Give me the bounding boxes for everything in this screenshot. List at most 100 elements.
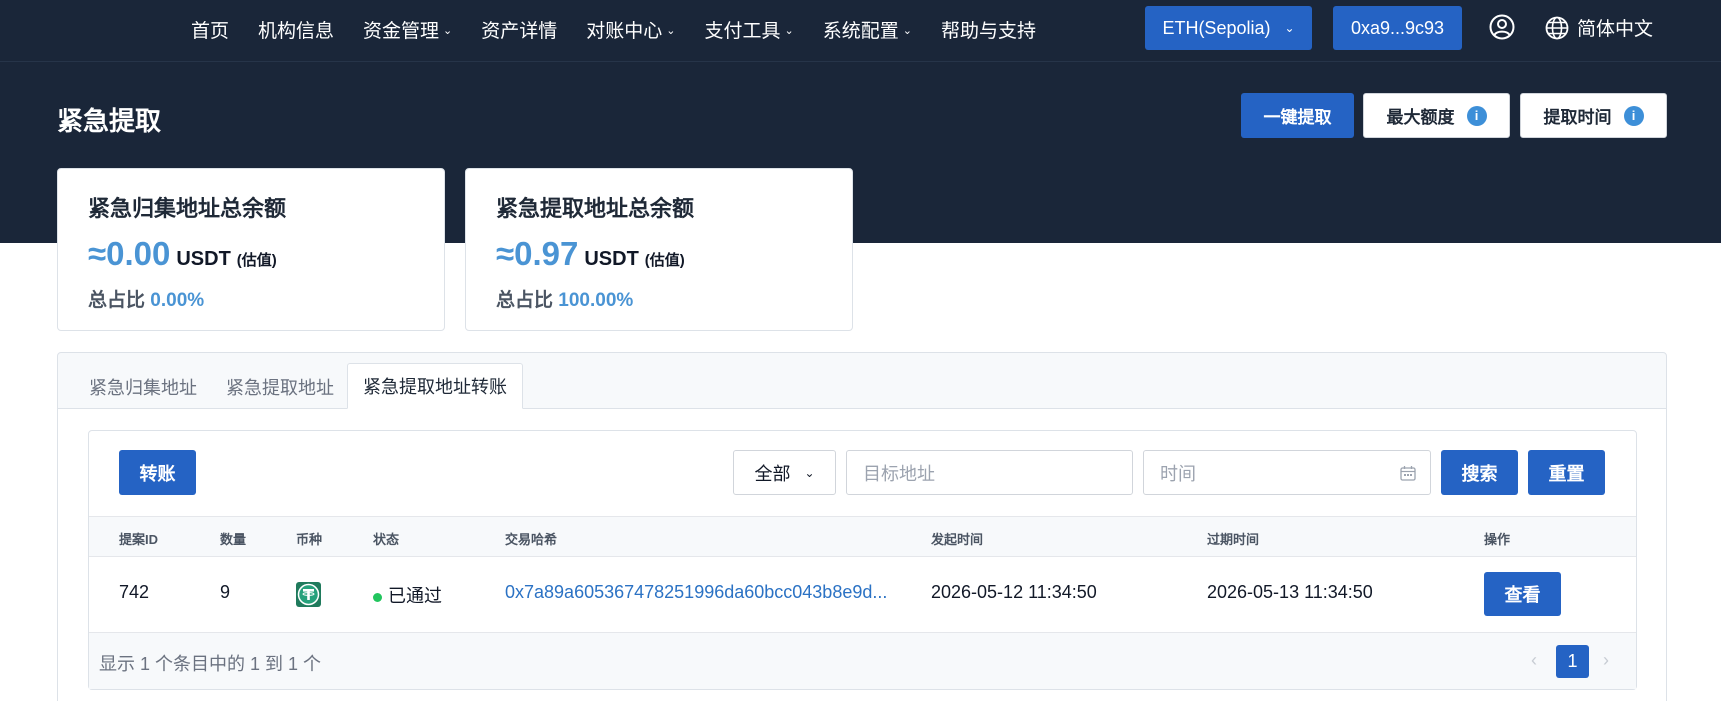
target-address-placeholder: 目标地址 — [863, 463, 935, 484]
max-limit-label: 最大额度 — [1386, 108, 1455, 127]
tab-label: 紧急提取地址 — [226, 378, 334, 398]
status-text: 已通过 — [388, 586, 442, 606]
view-button[interactable]: 查看 — [1484, 572, 1561, 616]
chevron-down-icon: ⌄ — [1284, 21, 1295, 35]
tab-collection-addresses[interactable]: 紧急归集地址 — [74, 365, 212, 409]
page-title: 紧急提取 — [57, 106, 162, 136]
info-icon[interactable]: i — [1466, 105, 1487, 126]
chevron-down-icon: ⌄ — [443, 24, 453, 37]
chevron-down-icon: ⌄ — [666, 24, 676, 37]
nav-system-config[interactable]: 系统配置 ⌄ — [823, 16, 912, 43]
extract-time-button[interactable]: 提取时间 i — [1520, 93, 1667, 138]
search-label: 搜索 — [1461, 463, 1498, 484]
column-header-amount[interactable]: 数量 — [220, 529, 246, 548]
collection-balance-card: 紧急归集地址总余额 ≈0.00 USDT (估值) 总占比 0.00% — [57, 168, 445, 331]
view-label: 查看 — [1504, 585, 1541, 605]
nav-org-info-label: 机构信息 — [258, 20, 335, 42]
chevron-down-icon: ⌄ — [804, 465, 815, 480]
max-limit-button[interactable]: 最大额度 i — [1363, 93, 1510, 138]
user-icon[interactable] — [1489, 14, 1515, 40]
card-value: ≈0.00 — [88, 235, 171, 272]
cell-created-time: 2026-05-12 11:34:50 — [931, 582, 1097, 602]
extract-balance-card: 紧急提取地址总余额 ≈0.97 USDT (估值) 总占比 100.00% — [465, 168, 853, 331]
nav-home[interactable]: 首页 — [191, 16, 229, 43]
status-filter-select[interactable]: 全部 ⌄ — [733, 450, 836, 495]
card-ratio-value: 100.00% — [558, 290, 634, 311]
main-nav: 首页 机构信息 资金管理 ⌄ 资产详情 对账中心 ⌄ 支付工具 ⌄ 系统配置 ⌄ 帮助与… — [191, 0, 1065, 58]
column-header-created-time[interactable]: 发起时间 — [931, 529, 983, 548]
nav-reconciliation[interactable]: 对账中心 ⌄ — [586, 16, 675, 43]
chevron-down-icon: ⌄ — [784, 24, 794, 37]
extract-time-label: 提取时间 — [1543, 108, 1612, 127]
info-icon[interactable]: i — [1623, 105, 1644, 126]
card-ratio-value: 0.00% — [150, 290, 205, 311]
nav-reconciliation-label: 对账中心 — [586, 20, 663, 42]
search-button[interactable]: 搜索 — [1441, 450, 1518, 495]
column-header-expire-time[interactable]: 过期时间 — [1207, 529, 1259, 548]
transfer-label: 转账 — [139, 463, 176, 484]
card-ratio: 总占比 100.00% — [496, 285, 852, 312]
tab-label: 紧急归集地址 — [89, 378, 197, 398]
one-click-extract-button[interactable]: 一键提取 — [1241, 93, 1354, 138]
tab-extract-addresses[interactable]: 紧急提取地址 — [211, 365, 349, 409]
pagination-prev-icon[interactable]: ‹ — [1531, 650, 1537, 671]
card-value: ≈0.97 — [496, 235, 579, 272]
language-label: 简体中文 — [1577, 19, 1654, 40]
network-selector-button[interactable]: ETH(Sepolia) ⌄ — [1145, 6, 1312, 50]
card-title: 紧急归集地址总余额 — [88, 196, 287, 221]
calendar-icon — [1400, 466, 1416, 481]
cell-tx-hash-link[interactable]: 0x7a89a605367478251996da60bcc043b8e9d... — [505, 582, 887, 603]
column-header-coin[interactable]: 币种 — [296, 529, 322, 548]
card-unit-note: (估值) — [644, 252, 685, 269]
nav-help-label: 帮助与支持 — [940, 20, 1036, 42]
card-unit: USDT — [584, 248, 639, 270]
table-footer — [89, 633, 1636, 689]
nav-system-config-label: 系统配置 — [822, 20, 899, 42]
card-unit-note: (估值) — [236, 252, 277, 269]
nav-payment-tools-label: 支付工具 — [704, 20, 781, 42]
cell-amount: 9 — [220, 582, 231, 602]
nav-asset-details[interactable]: 资产详情 — [481, 16, 557, 43]
transfer-button[interactable]: 转账 — [119, 450, 196, 495]
target-address-input[interactable]: 目标地址 — [846, 450, 1133, 495]
nav-fund-management-label: 资金管理 — [363, 20, 440, 42]
nav-asset-details-label: 资产详情 — [481, 20, 558, 42]
time-range-input[interactable]: 时间 — [1143, 450, 1431, 495]
column-header-actions: 操作 — [1484, 532, 1511, 547]
cell-proposal-id: 742 — [119, 582, 150, 602]
chevron-down-icon: ⌄ — [902, 24, 912, 37]
card-ratio-label: 总占比 — [88, 290, 146, 311]
network-label: ETH(Sepolia) — [1162, 17, 1271, 38]
wallet-account-button[interactable]: 0xa9...9c93 — [1333, 6, 1462, 50]
time-placeholder: 时间 — [1160, 463, 1196, 484]
language-selector[interactable]: 简体中文 — [1545, 14, 1653, 41]
tab-extract-address-transfer[interactable]: 紧急提取地址转账 — [347, 363, 523, 409]
pagination-page-1[interactable]: 1 — [1556, 645, 1589, 678]
top-navbar: 首页 机构信息 资金管理 ⌄ 资产详情 对账中心 ⌄ 支付工具 ⌄ 系统配置 ⌄ 帮助与… — [0, 0, 1721, 62]
card-title: 紧急提取地址总余额 — [496, 196, 695, 221]
column-header-proposal-id[interactable]: 提案ID — [119, 529, 158, 548]
nav-help[interactable]: 帮助与支持 — [941, 16, 1036, 43]
card-value-row: ≈0.97 USDT (估值) — [496, 235, 852, 273]
cell-status: 已通过 — [373, 582, 442, 608]
nav-fund-management[interactable]: 资金管理 ⌄ — [363, 16, 452, 43]
cell-expire-time: 2026-05-13 11:34:50 — [1207, 582, 1373, 602]
card-value-row: ≈0.00 USDT (估值) — [88, 235, 444, 273]
column-header-tx-hash[interactable]: 交易哈希 — [505, 529, 557, 548]
nav-home-label: 首页 — [191, 20, 230, 42]
tab-label: 紧急提取地址转账 — [363, 377, 507, 397]
column-header-status[interactable]: 状态 — [373, 529, 399, 548]
nav-org-info[interactable]: 机构信息 — [258, 16, 334, 43]
wallet-account-label: 0xa9...9c93 — [1350, 17, 1445, 38]
status-dot-icon — [373, 592, 382, 602]
reset-label: 重置 — [1548, 463, 1585, 484]
card-ratio: 总占比 0.00% — [88, 285, 444, 312]
nav-payment-tools[interactable]: 支付工具 ⌄ — [705, 16, 794, 43]
pagination-next-icon[interactable]: › — [1603, 650, 1609, 671]
globe-icon — [1545, 16, 1569, 39]
status-filter-value: 全部 — [754, 463, 791, 484]
reset-button[interactable]: 重置 — [1528, 450, 1605, 495]
card-unit: USDT — [176, 248, 231, 270]
usdt-icon — [296, 582, 321, 607]
card-ratio-label: 总占比 — [496, 290, 554, 311]
